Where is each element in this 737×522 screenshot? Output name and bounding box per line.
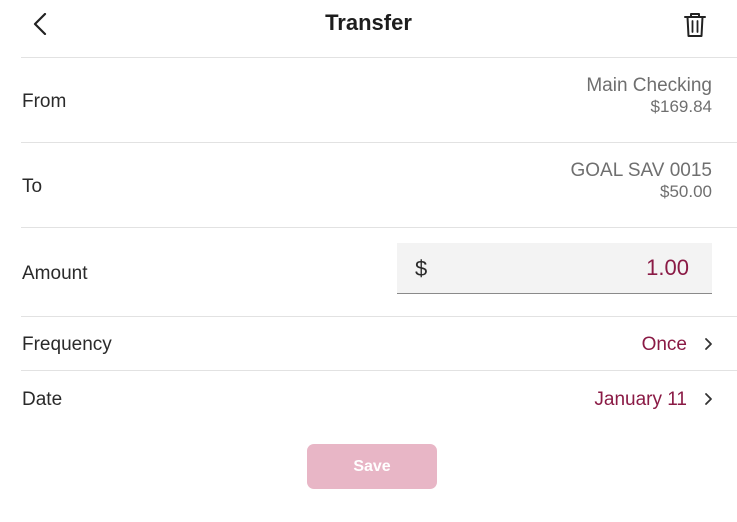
frequency-value: Once — [641, 334, 687, 355]
back-button[interactable] — [27, 9, 53, 39]
to-account-balance: $50.00 — [660, 182, 712, 201]
divider — [21, 142, 737, 143]
frequency-label: Frequency — [22, 334, 112, 355]
delete-button[interactable] — [680, 10, 710, 40]
amount-field[interactable]: $ — [397, 243, 712, 294]
chevron-left-icon — [33, 13, 47, 35]
header-bar: Transfer — [0, 0, 737, 57]
save-button[interactable]: Save — [307, 444, 437, 489]
amount-input[interactable] — [437, 252, 689, 284]
page-title: Transfer — [325, 10, 412, 35]
to-account-selector[interactable]: GOAL SAV 0015 $50.00 — [570, 160, 712, 202]
amount-label: Amount — [22, 263, 88, 284]
to-account-name: GOAL SAV 0015 — [570, 160, 712, 181]
divider — [21, 57, 737, 58]
frequency-row[interactable]: Frequency Once — [0, 317, 737, 370]
trash-icon — [684, 13, 706, 37]
from-account-balance: $169.84 — [650, 97, 712, 116]
date-label: Date — [22, 389, 63, 410]
from-label: From — [22, 91, 67, 112]
chevron-right-icon — [705, 338, 712, 350]
to-label: To — [22, 176, 43, 197]
chevron-right-icon — [705, 393, 712, 405]
from-account-name: Main Checking — [586, 75, 712, 96]
from-account-selector[interactable]: Main Checking $169.84 — [586, 75, 712, 117]
currency-symbol: $ — [415, 256, 428, 281]
date-value: January 11 — [594, 389, 687, 410]
divider — [21, 227, 737, 228]
date-row[interactable]: Date January 11 — [0, 371, 737, 424]
